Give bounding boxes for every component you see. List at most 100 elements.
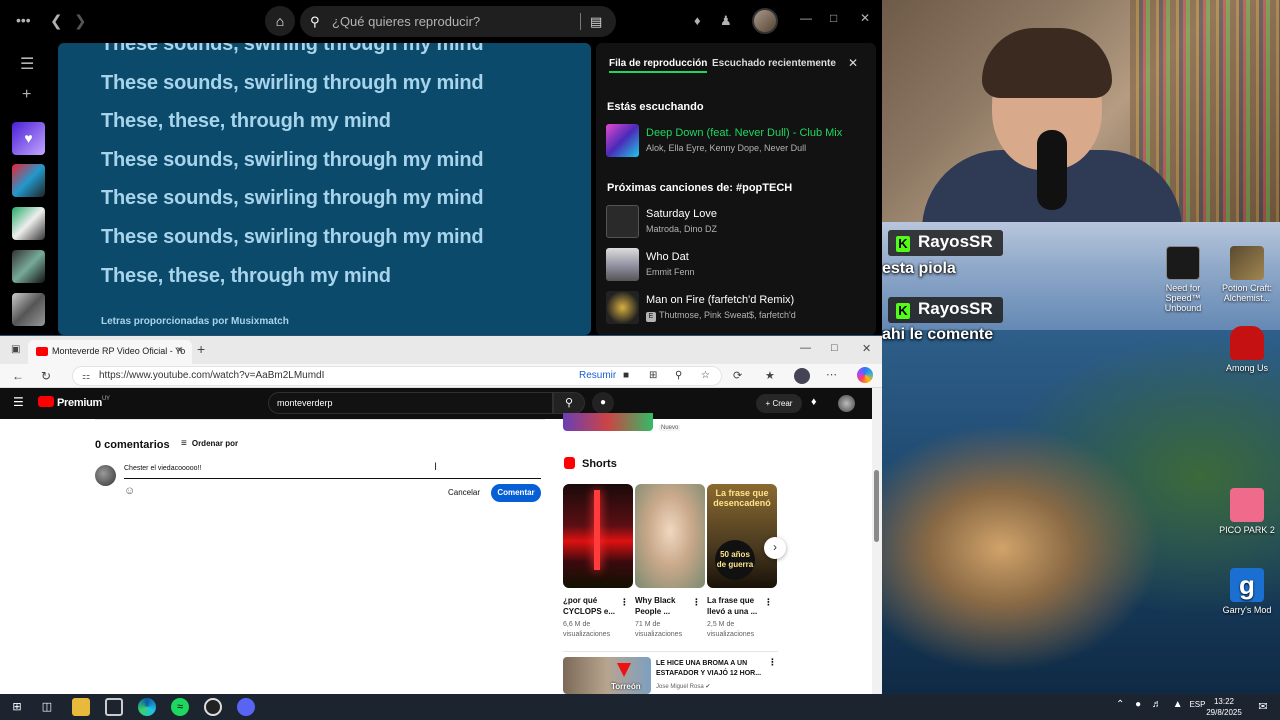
desktop-icon-pico-park[interactable]: PICO PARK 2 [1212, 488, 1280, 535]
windows-start-icon[interactable]: ⊞ [8, 698, 26, 716]
lyric-line[interactable]: These sounds, swirling through my mind [101, 187, 484, 210]
search-input[interactable]: monteverderp [268, 392, 553, 414]
tab-actions-icon[interactable]: ▣ [11, 344, 20, 355]
home-button[interactable]: ⌂ [265, 6, 295, 36]
profile-avatar[interactable] [794, 368, 810, 384]
mic-icon[interactable]: ● [1135, 699, 1141, 710]
minimize-icon[interactable]: — [800, 342, 811, 354]
notifications-icon[interactable]: ♦ [811, 396, 817, 408]
more-icon[interactable]: ⋯ [826, 368, 837, 381]
short-title[interactable]: ¿por qué CYCLOPS e... [563, 595, 623, 617]
extensions-icon[interactable]: ⟳ [733, 369, 742, 382]
close-icon[interactable]: ✕ [848, 56, 858, 70]
app-icon[interactable] [105, 698, 123, 716]
now-playing-row[interactable]: Deep Down (feat. Never Dull) - Club Mix … [606, 124, 871, 162]
refresh-icon[interactable]: ↻ [41, 369, 51, 383]
short-thumbnail[interactable]: La frase que desencadenó 50 años de guer… [707, 484, 777, 588]
sort-button[interactable]: ≡ Ordenar por [181, 438, 238, 449]
lyric-line[interactable]: These, these, through my mind [101, 265, 391, 288]
queue-row[interactable]: Man on Fire (farfetch'd Remix) E Thutmose… [606, 291, 871, 329]
close-icon[interactable]: ✕ [860, 11, 870, 25]
more-icon[interactable]: ⋮ [620, 597, 629, 608]
short-title[interactable]: La frase que llevó a una ... [707, 595, 767, 617]
playlist-item[interactable] [12, 293, 45, 326]
reader-icon[interactable]: ■ [623, 367, 629, 385]
desktop-icon-potion-craft[interactable]: Potion Craft: Alchemist... [1212, 246, 1280, 303]
comment-button[interactable]: Comentar [491, 484, 541, 502]
back-icon[interactable]: ← [12, 369, 24, 383]
comment-input[interactable]: Chester el viedacooooo!! I [124, 461, 541, 479]
edge-icon[interactable] [138, 698, 156, 716]
search-input[interactable]: ⚲ ¿Qué quieres reproducir? ▤ [300, 6, 616, 37]
recommended-video[interactable]: Torreón LE HICE UNA BROMA A UN ESTAFADOR… [563, 657, 778, 694]
short-title[interactable]: Why Black People ... [635, 595, 695, 617]
apps-icon[interactable]: ⊞ [649, 367, 657, 385]
back-icon[interactable]: ❮ [50, 12, 63, 30]
queue-row[interactable]: Who Dat Emmit Fenn [606, 248, 871, 286]
minimize-icon[interactable]: — [800, 11, 812, 25]
forward-icon[interactable]: ❯ [74, 12, 87, 30]
desktop-icon-garrys-mod[interactable]: g Garry's Mod [1212, 568, 1280, 615]
summarize-button[interactable]: Resumir [579, 367, 616, 385]
avatar[interactable] [752, 8, 778, 34]
lyric-line[interactable]: These sounds, swirling through my mind [101, 226, 484, 249]
cancel-button[interactable]: Cancelar [442, 484, 486, 502]
tab-recent[interactable]: Escuchado recientemente [712, 58, 836, 69]
bell-icon[interactable]: ♦ [694, 13, 701, 28]
playlist-item[interactable] [12, 250, 45, 283]
lyric-line[interactable]: These sounds, swirling through my mind [101, 149, 484, 172]
friends-icon[interactable]: ♟ [720, 13, 732, 29]
more-icon[interactable]: ⋮ [764, 597, 773, 608]
shorts-next-button[interactable]: › [764, 537, 786, 559]
copilot-icon[interactable] [857, 367, 873, 383]
scrollbar-thumb[interactable] [874, 470, 879, 542]
discord-icon[interactable] [237, 698, 255, 716]
more-icon[interactable]: ⋮ [692, 597, 701, 608]
short-thumbnail[interactable] [635, 484, 705, 588]
task-view-icon[interactable]: ◫ [38, 698, 56, 716]
library-icon[interactable]: ☰ [20, 54, 34, 74]
zoom-icon[interactable]: ⚲ [675, 367, 682, 385]
youtube-logo[interactable]: PremiumUY [38, 396, 110, 409]
plus-icon[interactable]: + [22, 86, 31, 104]
browser-tab[interactable]: Monteverde RP Video Oficial - Yo [28, 340, 192, 364]
maximize-icon[interactable]: □ [831, 342, 838, 354]
search-button[interactable]: ⚲ [553, 392, 585, 414]
playlist-item[interactable] [12, 207, 45, 240]
lyric-line[interactable]: These sounds, swirling through my mind [101, 72, 484, 95]
clock[interactable]: 13:22 29/8/2025 [1200, 696, 1248, 718]
lyric-line[interactable]: These, these, through my mind [101, 110, 391, 133]
more-icon[interactable]: ••• [16, 12, 31, 28]
notifications-icon[interactable]: ✉ [1254, 698, 1272, 716]
queue-row[interactable]: Saturday Love Matroda, Dino DZ [606, 205, 871, 243]
playlist-item[interactable] [12, 164, 45, 197]
scrollbar[interactable] [872, 388, 882, 694]
close-tab-icon[interactable]: ✕ [176, 345, 184, 356]
desktop-icon-among-us[interactable]: Among Us [1212, 326, 1280, 373]
lyric-line[interactable]: These sounds, swirling through my mind [101, 43, 484, 56]
new-tab-icon[interactable]: + [197, 341, 205, 357]
desktop-icon-need-for-speed[interactable]: Need for Speed™ Unbound [1148, 246, 1218, 313]
voice-search-button[interactable]: ● [592, 392, 614, 414]
favorite-icon[interactable]: ☆ [701, 367, 710, 385]
spotify-icon[interactable]: ≈ [171, 698, 189, 716]
more-icon[interactable]: ⋮ [768, 657, 777, 668]
chevron-up-icon[interactable]: ⌃ [1116, 699, 1124, 710]
avatar[interactable] [838, 395, 855, 412]
address-bar[interactable]: ⚏ https://www.youtube.com/watch?v=AaBm2L… [72, 366, 722, 386]
file-explorer-icon[interactable] [72, 698, 90, 716]
close-icon[interactable]: ✕ [862, 342, 871, 355]
emoji-icon[interactable]: ☺ [124, 485, 135, 497]
previous-video-item[interactable]: Nuevo [563, 413, 778, 431]
browse-icon[interactable]: ▤ [590, 6, 602, 37]
create-button[interactable]: + Crear [756, 394, 802, 413]
tab-queue[interactable]: Fila de reproducción [609, 58, 708, 73]
network-icon[interactable]: ▲ [1173, 699, 1183, 710]
volume-icon[interactable]: ♬ [1152, 699, 1162, 710]
maximize-icon[interactable]: □ [830, 11, 837, 25]
short-thumbnail[interactable] [563, 484, 633, 588]
favorites-icon[interactable]: ★ [765, 369, 775, 382]
liked-songs-item[interactable]: ♥ [12, 122, 45, 155]
obs-icon[interactable] [204, 698, 222, 716]
menu-icon[interactable]: ☰ [13, 395, 24, 409]
